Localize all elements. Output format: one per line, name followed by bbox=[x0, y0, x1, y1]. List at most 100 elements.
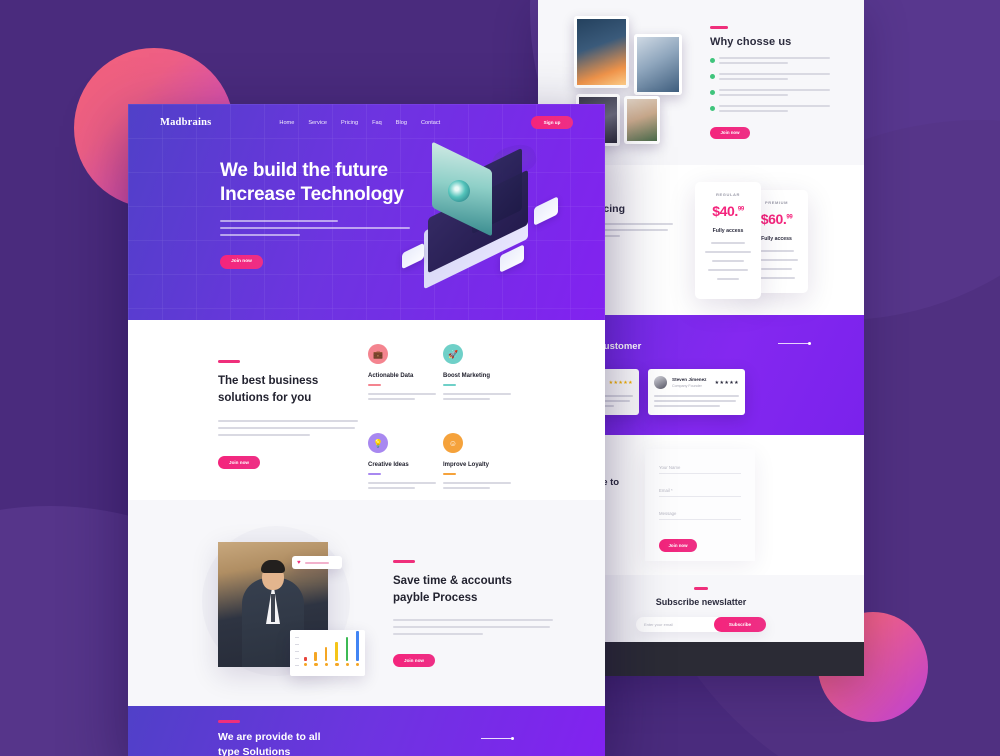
plan-features bbox=[702, 242, 754, 280]
feature-text bbox=[368, 393, 443, 400]
collage-photo-2 bbox=[634, 34, 682, 95]
feature-underline bbox=[443, 384, 456, 386]
feature-text bbox=[443, 482, 518, 489]
user-badge-icon: ☺ bbox=[443, 433, 463, 453]
rating-stars: ★★★★★ bbox=[608, 379, 633, 386]
accent-bar bbox=[710, 26, 728, 29]
solutions-section: We are provide to all type Solutions bbox=[128, 706, 605, 756]
pricing-card-regular[interactable]: REGULAR $40.99 Fully access bbox=[695, 182, 761, 299]
list-item bbox=[710, 105, 830, 114]
brand-logo[interactable]: Madbrains bbox=[160, 117, 211, 128]
check-icon bbox=[710, 74, 715, 79]
newsletter-form: Enter your email Subscribe bbox=[636, 617, 766, 632]
feature-title: Actionable Data bbox=[368, 373, 414, 379]
features-heading: The best business solutions for you bbox=[218, 375, 319, 404]
feature-title: Boost Marketing bbox=[443, 373, 491, 379]
contact-form: Your Name Email * Message Join now bbox=[645, 449, 755, 561]
feature-title: Improve Loyalty bbox=[443, 462, 490, 468]
trending-badge: ♥ bbox=[292, 556, 342, 569]
testimonial-card: Steven Jimenez Company Founder ★★★★★ bbox=[648, 369, 745, 415]
plan-access: Fully access bbox=[712, 228, 744, 234]
solutions-heading: We are provide to all type Solutions bbox=[218, 731, 321, 756]
hero-paragraph bbox=[220, 219, 410, 236]
heart-icon: ♥ bbox=[297, 559, 301, 566]
why-title: Why chosse us bbox=[710, 36, 792, 48]
feature-card-improve-loyalty[interactable]: ☺ Improve Loyalty bbox=[443, 433, 518, 492]
newsletter-subscribe-button[interactable]: Subscribe bbox=[714, 617, 766, 632]
nav-item-blog[interactable]: Blog bbox=[396, 120, 407, 126]
hero-section: Madbrains Home Service Pricing Faq Blog … bbox=[128, 104, 605, 320]
nav-item-contact[interactable]: Contact bbox=[421, 120, 440, 126]
feature-text bbox=[443, 393, 518, 400]
business-solutions-section: The best business solutions for you Join… bbox=[128, 320, 605, 500]
check-icon bbox=[710, 58, 715, 63]
feature-title: Creative Ideas bbox=[368, 462, 409, 468]
accent-bar bbox=[393, 560, 415, 563]
lightbulb-icon: 💡 bbox=[368, 433, 388, 453]
testimonials-next-arrow[interactable] bbox=[772, 339, 814, 347]
illustration-cube bbox=[534, 196, 558, 226]
save-paragraph bbox=[393, 619, 553, 636]
feature-card-creative-ideas[interactable]: 💡 Creative Ideas bbox=[368, 433, 443, 492]
nav-item-pricing[interactable]: Pricing bbox=[341, 120, 358, 126]
collage-photo-1 bbox=[574, 16, 629, 88]
chart-bar bbox=[314, 651, 317, 661]
feature-text bbox=[368, 482, 443, 489]
chart-bar bbox=[304, 656, 307, 661]
main-navigation: Madbrains Home Service Pricing Faq Blog … bbox=[128, 104, 605, 129]
feature-underline bbox=[368, 473, 381, 475]
accent-bar bbox=[218, 360, 240, 363]
why-join-now-button[interactable]: Join now bbox=[710, 126, 750, 139]
message-field[interactable]: Message bbox=[659, 511, 741, 520]
nav-item-service[interactable]: Service bbox=[308, 120, 327, 126]
feature-card-grid: 💼 Actionable Data 🚀 Boost Marketing 💡 Cr… bbox=[368, 344, 518, 492]
feature-underline bbox=[368, 384, 381, 386]
plan-price: $40.99 bbox=[712, 203, 744, 219]
save-time-section: ♥ Save time & accounts payble Process Jo… bbox=[128, 500, 605, 706]
photo-figure-tie bbox=[271, 594, 275, 622]
list-item bbox=[710, 57, 830, 66]
check-icon bbox=[710, 106, 715, 111]
features-join-now-button[interactable]: Join now bbox=[218, 456, 260, 470]
solutions-next-arrow[interactable] bbox=[475, 734, 519, 742]
illustration-eye-glyph bbox=[448, 180, 470, 202]
list-item bbox=[710, 73, 830, 82]
briefcase-icon: 💼 bbox=[368, 344, 388, 364]
save-join-now-button[interactable]: Join now bbox=[393, 654, 435, 668]
testimonial-role: Company Founder bbox=[672, 384, 702, 388]
plan-label: REGULAR bbox=[716, 192, 740, 197]
chart-bar bbox=[345, 636, 349, 661]
nav-item-home[interactable]: Home bbox=[279, 120, 294, 126]
signup-button[interactable]: Sign up bbox=[531, 116, 573, 129]
email-field[interactable]: Email * bbox=[659, 488, 741, 497]
feature-underline bbox=[443, 473, 456, 475]
chart-bar bbox=[324, 646, 328, 661]
testimonial-name: Steven Jimenez bbox=[672, 377, 707, 382]
why-list bbox=[710, 57, 830, 114]
hero-illustration bbox=[396, 140, 571, 294]
list-item bbox=[710, 89, 830, 98]
name-field[interactable]: Your Name bbox=[659, 465, 741, 474]
feature-card-boost-marketing[interactable]: 🚀 Boost Marketing bbox=[443, 344, 518, 403]
features-paragraph bbox=[218, 420, 358, 437]
feature-card-actionable-data[interactable]: 💼 Actionable Data bbox=[368, 344, 443, 403]
rating-stars: ★★★★★ bbox=[714, 379, 739, 386]
bar-chart-card bbox=[290, 630, 365, 676]
save-heading: Save time & accounts payble Process bbox=[393, 575, 512, 604]
check-icon bbox=[710, 90, 715, 95]
accent-bar bbox=[218, 720, 240, 723]
chart-bar bbox=[355, 630, 359, 661]
rocket-icon: 🚀 bbox=[443, 344, 463, 364]
hero-join-now-button[interactable]: Join now bbox=[220, 254, 263, 269]
chart-bar bbox=[335, 641, 338, 661]
front-mockup-panel: Madbrains Home Service Pricing Faq Blog … bbox=[128, 104, 605, 756]
accent-bar bbox=[694, 587, 708, 590]
newsletter-email-input[interactable]: Enter your email bbox=[644, 622, 714, 627]
nav-links: Home Service Pricing Faq Blog Contact bbox=[279, 120, 440, 126]
avatar bbox=[654, 376, 667, 389]
contact-submit-button[interactable]: Join now bbox=[659, 539, 697, 552]
illustration-cube bbox=[402, 242, 424, 270]
testimonial-text bbox=[654, 395, 739, 407]
collage-photo-4 bbox=[624, 96, 660, 144]
nav-item-faq[interactable]: Faq bbox=[372, 120, 382, 126]
